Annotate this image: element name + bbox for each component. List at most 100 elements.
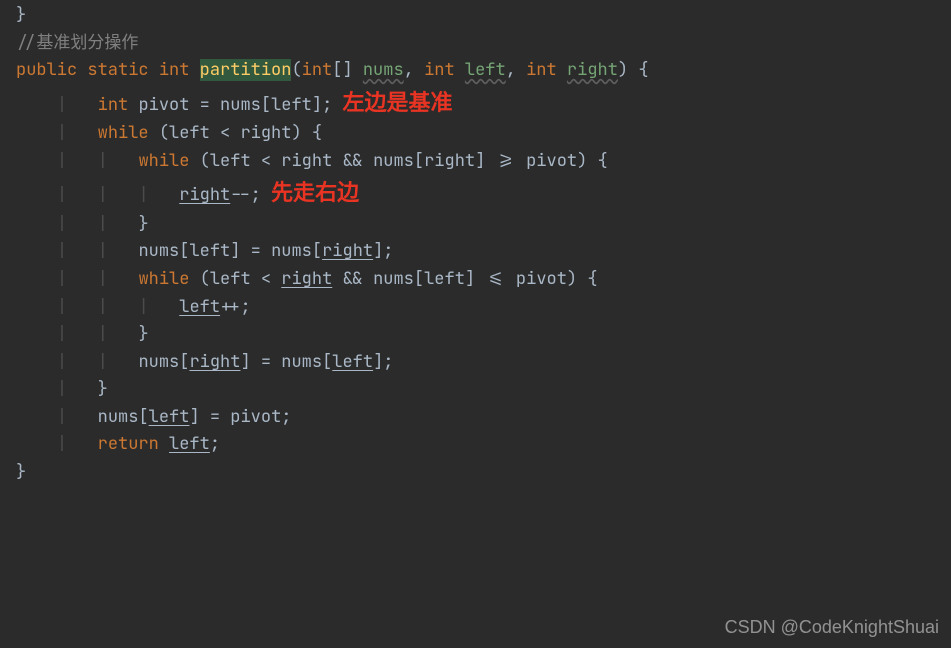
kw-while: while [138, 268, 189, 290]
brkt-close: ] [342, 59, 352, 81]
brkt-open: [ [138, 406, 148, 428]
type-int: int [302, 59, 333, 81]
brkt-open: [ [312, 240, 322, 262]
id-pivot: pivot [516, 268, 567, 290]
semi: ; [383, 351, 393, 373]
id-pivot: pivot [230, 406, 281, 428]
brace-close: } [16, 4, 26, 26]
op-and: && [342, 268, 362, 290]
comment-line: //基准划分操作 [16, 32, 138, 54]
annotation-2: 先走右边 [271, 180, 359, 205]
id-left: left [169, 433, 210, 455]
watermark: CSDN @CodeKnightShuai [725, 613, 939, 642]
op-and: && [342, 150, 362, 172]
paren-open: ( [291, 59, 301, 81]
id-nums: nums [220, 94, 261, 116]
op-gte: >= [496, 150, 516, 172]
brace-close: } [138, 323, 148, 345]
brkt-close: ] [465, 268, 475, 290]
kw-int: int [159, 59, 190, 81]
brkt-open: [ [414, 268, 424, 290]
id-nums: nums [138, 351, 179, 373]
op-lt: < [261, 150, 271, 172]
brace-open: { [638, 59, 648, 81]
semi: ; [240, 296, 250, 318]
op-eq: = [261, 351, 271, 373]
id-left: left [169, 122, 210, 144]
param-left: left [465, 59, 506, 81]
id-left: left [332, 351, 373, 373]
op-dec: -- [230, 184, 250, 206]
brkt-close: ] [240, 351, 250, 373]
semi: ; [251, 184, 261, 206]
id-left: left [149, 406, 190, 428]
param-nums: nums [363, 59, 404, 81]
brkt-open: [ [414, 150, 424, 172]
id-right: right [281, 268, 332, 290]
brace-open: { [312, 122, 322, 144]
kw-public: public [16, 59, 77, 81]
id-pivot: pivot [138, 94, 189, 116]
paren-close: ) [291, 122, 301, 144]
id-right: right [189, 351, 240, 373]
id-right: right [281, 150, 332, 172]
id-left: left [424, 268, 465, 290]
brkt-close: ] [189, 406, 199, 428]
op-lt: < [261, 268, 271, 290]
id-left: left [271, 94, 312, 116]
brace-close: } [98, 378, 108, 400]
semi: ; [281, 406, 291, 428]
brace-close: } [16, 461, 26, 483]
comma: , [506, 59, 516, 81]
id-nums: nums [373, 268, 414, 290]
op-eq: = [200, 94, 210, 116]
code-block: } //基准划分操作 public static int partition(i… [0, 0, 951, 486]
brace-open: { [598, 150, 608, 172]
op-eq: = [251, 240, 261, 262]
op-eq: = [210, 406, 220, 428]
id-left: left [179, 296, 220, 318]
kw-while: while [98, 122, 149, 144]
method-name: partition [200, 59, 292, 81]
brkt-open: [ [179, 351, 189, 373]
id-left: left [210, 150, 251, 172]
type-int: int [424, 59, 455, 81]
op-lt: < [220, 122, 230, 144]
type-int: int [98, 94, 129, 116]
id-pivot: pivot [526, 150, 577, 172]
id-nums: nums [271, 240, 312, 262]
op-lte: <= [485, 268, 505, 290]
paren-close: ) [577, 150, 587, 172]
brkt-open: [ [332, 59, 342, 81]
paren-open: ( [200, 150, 210, 172]
id-right: right [240, 122, 291, 144]
brkt-open: [ [261, 94, 271, 116]
id-right: right [424, 150, 475, 172]
brkt-close: ] [230, 240, 240, 262]
brkt-close: ] [475, 150, 485, 172]
kw-while: while [138, 150, 189, 172]
kw-static: static [87, 59, 148, 81]
semi: ; [210, 433, 220, 455]
paren-close: ) [618, 59, 628, 81]
paren-close: ) [567, 268, 577, 290]
brkt-open: [ [179, 240, 189, 262]
id-nums: nums [373, 150, 414, 172]
brace-open: { [587, 268, 597, 290]
brkt-close: ] [312, 94, 322, 116]
op-inc: ++ [220, 296, 240, 318]
paren-open: ( [200, 268, 210, 290]
id-right: right [322, 240, 373, 262]
annotation-1: 左边是基准 [342, 90, 452, 115]
brkt-close: ] [373, 240, 383, 262]
id-nums: nums [98, 406, 139, 428]
paren-open: ( [159, 122, 169, 144]
brace-close: } [138, 213, 148, 235]
semi: ; [322, 94, 332, 116]
brkt-open: [ [322, 351, 332, 373]
semi: ; [383, 240, 393, 262]
comma: , [404, 59, 414, 81]
id-nums: nums [138, 240, 179, 262]
brkt-close: ] [373, 351, 383, 373]
param-right: right [567, 59, 618, 81]
